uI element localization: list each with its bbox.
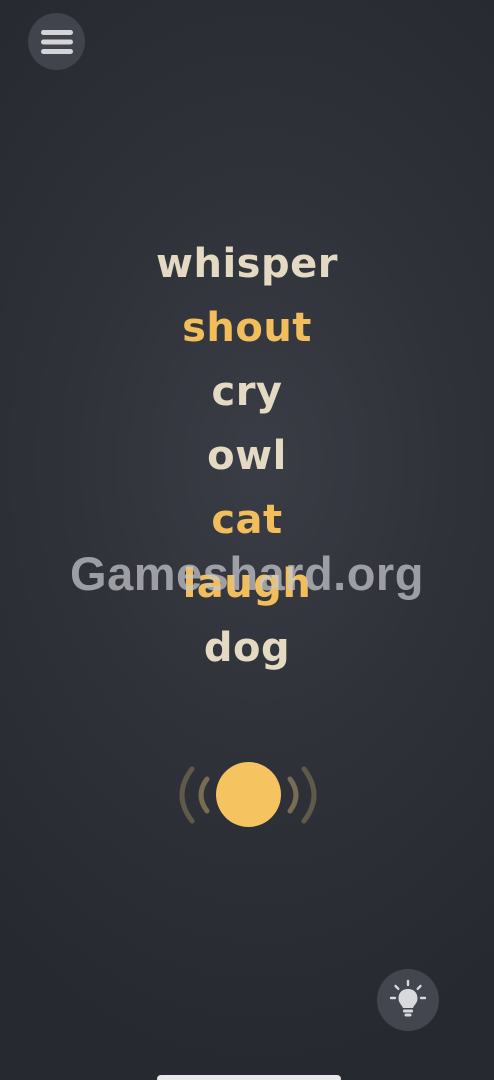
word-item[interactable]: whisper (0, 232, 494, 296)
word-item[interactable]: cry (0, 360, 494, 424)
sound-play-control (172, 755, 324, 835)
word-item[interactable]: shout (0, 296, 494, 360)
lightbulb-icon (389, 979, 427, 1017)
hamburger-menu-icon (40, 29, 73, 54)
word-list: whisper shout cry owl cat laugh dog (0, 232, 494, 680)
word-item[interactable]: owl (0, 424, 494, 488)
word-item[interactable]: dog (0, 616, 494, 680)
watermark: Gameshard.org (70, 547, 424, 600)
hint-button[interactable] (377, 969, 439, 1031)
menu-button[interactable] (28, 13, 85, 70)
play-sound-button[interactable] (216, 762, 281, 827)
home-indicator (157, 1075, 341, 1080)
